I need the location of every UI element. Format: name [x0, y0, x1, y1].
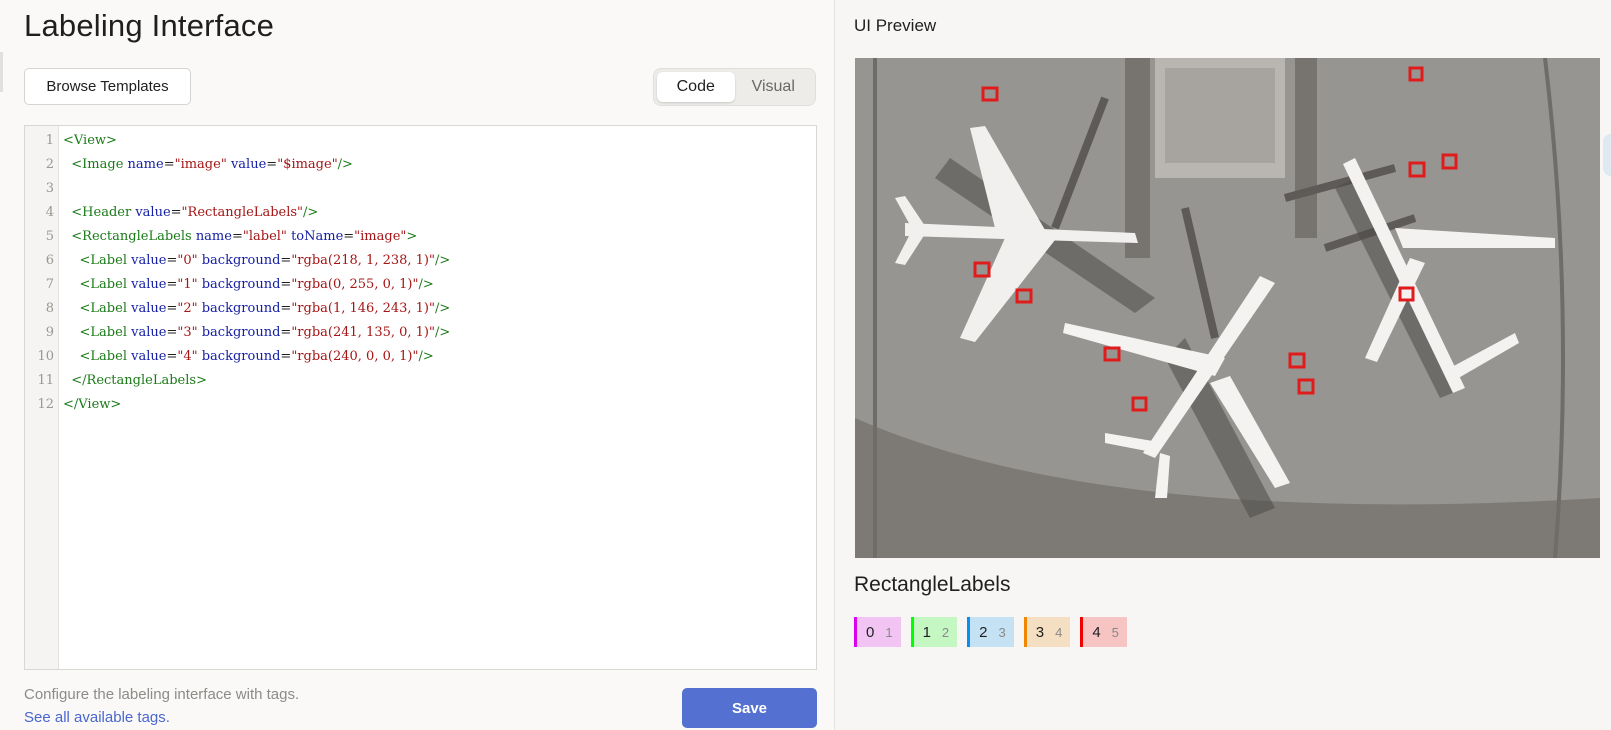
line-number-gutter: 1 2 3 4 5 6 7 8 9 10 11 12	[25, 126, 59, 669]
preview-panel: UI Preview RectangleLabels 0 1 1 2 2 3 3…	[835, 0, 1611, 730]
code-line[interactable]: <Image name="image" value="$image"/>	[63, 157, 353, 173]
line-number: 6	[45, 253, 54, 268]
line-number: 1	[45, 133, 54, 148]
label-chip-4[interactable]: 45	[1080, 617, 1127, 647]
label-value: 0	[866, 623, 875, 641]
line-number: 8	[45, 301, 54, 316]
browse-templates-button[interactable]: Browse Templates	[24, 68, 191, 105]
code-mode-tab[interactable]: Code	[657, 72, 735, 102]
label-chip-2[interactable]: 23	[967, 617, 1014, 647]
line-number: 3	[45, 181, 54, 196]
label-chip-1[interactable]: 12	[910, 617, 958, 647]
code-line[interactable]: <View>	[63, 133, 117, 149]
label-hotkey: 4	[1055, 624, 1063, 640]
code-line[interactable]: <Header value="RectangleLabels"/>	[63, 205, 318, 221]
label-hotkey: 5	[1111, 624, 1119, 640]
code-line[interactable]: <Label value="0" background="rgba(218, 1…	[63, 253, 451, 269]
label-list: 0112233445	[854, 617, 1127, 647]
line-number: 12	[37, 397, 54, 412]
rectangle-labels-header: RectangleLabels	[854, 573, 1011, 596]
line-number: 5	[45, 229, 54, 244]
label-hotkey: 3	[998, 624, 1006, 640]
code-line[interactable]: </RectangleLabels>	[63, 373, 207, 389]
save-button[interactable]: Save	[682, 688, 817, 728]
label-value: 2	[979, 623, 988, 641]
line-number: 7	[45, 277, 54, 292]
label-chip-0[interactable]: 01	[854, 617, 901, 647]
config-panel: Labeling Interface Browse Templates Code…	[0, 0, 835, 730]
code-line[interactable]: <Label value="3" background="rgba(241, 1…	[63, 325, 451, 341]
airport-aerial-image	[855, 58, 1600, 558]
sidebar-edge	[0, 52, 3, 92]
see-all-tags-link[interactable]: See all available tags.	[24, 709, 170, 726]
code-line[interactable]: <RectangleLabels name="label" toName="im…	[63, 229, 417, 245]
line-number: 4	[45, 205, 54, 220]
line-number: 10	[37, 349, 54, 364]
line-number: 11	[37, 373, 54, 388]
code-editor[interactable]: 1 2 3 4 5 6 7 8 9 10 11 12 <View> <Image name="imag…	[24, 125, 817, 670]
code-line[interactable]: <Label value="1" background="rgba(0, 255…	[63, 277, 434, 293]
label-hotkey: 2	[941, 624, 950, 640]
code-line[interactable]: <Label value="2" background="rgba(1, 146…	[63, 301, 451, 317]
preview-image[interactable]	[855, 58, 1600, 558]
side-handle[interactable]	[1603, 134, 1611, 176]
visual-mode-tab[interactable]: Visual	[735, 72, 813, 102]
preview-title: UI Preview	[854, 16, 937, 35]
label-hotkey: 1	[885, 624, 893, 640]
line-number: 2	[45, 157, 54, 172]
label-chip-3[interactable]: 34	[1023, 617, 1071, 647]
line-number: 9	[45, 325, 54, 340]
label-value: 3	[1035, 623, 1045, 641]
config-hint-text: Configure the labeling interface with ta…	[24, 686, 300, 703]
page-title: Labeling Interface	[24, 8, 275, 43]
mode-toggle: Code Visual	[653, 68, 816, 106]
label-value: 4	[1092, 623, 1101, 641]
code-line[interactable]: </View>	[63, 397, 121, 413]
label-value: 1	[922, 623, 931, 641]
code-line[interactable]: <Label value="4" background="rgba(240, 0…	[63, 349, 434, 365]
